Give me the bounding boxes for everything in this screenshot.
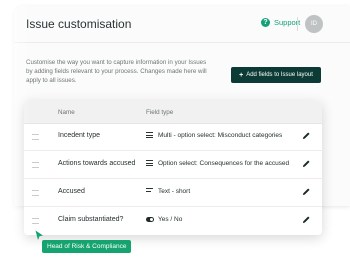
list-icon bbox=[146, 160, 153, 167]
drag-handle-icon[interactable] bbox=[32, 218, 39, 224]
field-name: Claim substantiated? bbox=[58, 216, 124, 223]
drag-handle-icon[interactable] bbox=[32, 190, 39, 196]
table-row[interactable]: Claim substantiated? Yes / No bbox=[24, 207, 322, 234]
table-header: Name Field type bbox=[24, 101, 322, 124]
drag-handle-icon[interactable] bbox=[32, 134, 39, 140]
pencil-icon[interactable] bbox=[302, 131, 311, 140]
header-divider bbox=[297, 17, 298, 31]
table-row[interactable]: Actions towards accused Option select: C… bbox=[24, 151, 322, 179]
collaborator-role-tag: Head of Risk & Compliance bbox=[42, 240, 132, 253]
pencil-icon[interactable] bbox=[302, 215, 311, 224]
page-title: Issue customisation bbox=[26, 17, 132, 31]
fields-table: Name Field type Incedent type Multi - op… bbox=[24, 101, 322, 235]
column-header-field-type: Field type bbox=[146, 109, 174, 116]
drag-handle-icon[interactable] bbox=[32, 162, 39, 168]
pencil-icon[interactable] bbox=[302, 187, 311, 196]
field-name: Incedent type bbox=[58, 132, 101, 139]
table-row[interactable]: Incedent type Multi - option select: Mis… bbox=[24, 123, 322, 151]
toggle-icon bbox=[146, 217, 154, 222]
screen: Issue customisation ? Support ID Customi… bbox=[0, 0, 350, 263]
support-link[interactable]: ? Support bbox=[261, 18, 300, 27]
help-icon: ? bbox=[261, 18, 270, 27]
add-fields-label: Add fields to Issue layout bbox=[246, 72, 313, 78]
add-fields-button[interactable]: + Add fields to Issue layout bbox=[231, 67, 321, 83]
field-type: Yes / No bbox=[158, 216, 183, 223]
column-header-name: Name bbox=[58, 109, 75, 116]
table-row[interactable]: Accused Text - short bbox=[24, 179, 322, 207]
page-header: Issue customisation ? Support ID bbox=[14, 6, 350, 43]
field-name: Accused bbox=[58, 188, 85, 195]
avatar[interactable]: ID bbox=[305, 15, 323, 33]
page-description: Customise the way you want to capture in… bbox=[26, 59, 207, 84]
field-type: Multi - option select: Misconduct catego… bbox=[158, 132, 283, 139]
plus-icon: + bbox=[239, 71, 244, 79]
field-type: Text - short bbox=[158, 188, 191, 195]
list-icon bbox=[146, 132, 153, 139]
field-type: Option select: Consequences for the accu… bbox=[158, 160, 290, 167]
field-name: Actions towards accused bbox=[58, 160, 136, 167]
pencil-icon[interactable] bbox=[302, 159, 311, 168]
text-short-icon bbox=[146, 188, 153, 195]
